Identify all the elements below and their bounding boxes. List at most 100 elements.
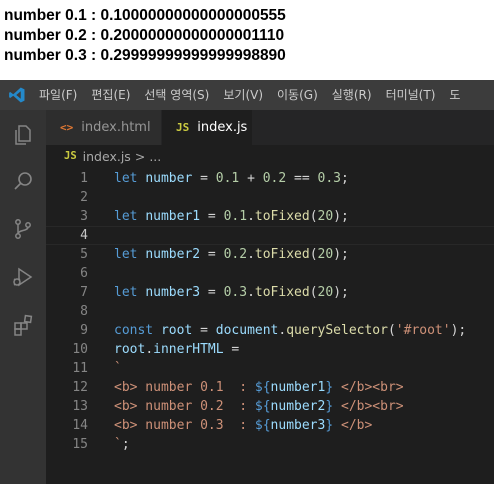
code-token: <b> number 0.2 : <box>114 399 255 414</box>
menu-bar: 파일(F) 편집(E) 선택 영역(S) 보기(V) 이동(G) 실행(R) 터… <box>0 80 494 110</box>
code-token: 20 <box>317 247 334 262</box>
code-token: document <box>215 323 279 338</box>
code-token: number3 <box>145 285 201 300</box>
breadcrumb-symbol[interactable]: ... <box>149 149 161 164</box>
code-token: ); <box>333 209 349 224</box>
code-token: = <box>200 209 224 224</box>
menu-terminal[interactable]: 터미널(T) <box>379 80 443 110</box>
code-line[interactable]: 14 <b> number 0.3 : ${number3} </b> <box>46 416 494 435</box>
code-token: 0.2 <box>262 171 287 186</box>
line-source: let number = 0.1 + 0.2 == 0.3; <box>114 171 349 186</box>
extensions-icon[interactable] <box>8 310 38 340</box>
menu-edit[interactable]: 편집(E) <box>84 80 137 110</box>
code-line[interactable]: 12 <b> number 0.1 : ${number1} </b><br> <box>46 378 494 397</box>
vscode-logo-icon <box>2 80 32 110</box>
code-line[interactable]: 3 let number1 = 0.1.toFixed(20); <box>46 207 494 226</box>
code-token: let <box>114 285 138 300</box>
code-token: . <box>145 342 154 357</box>
code-line[interactable]: 2 <box>46 188 494 207</box>
code-token: + <box>239 171 263 186</box>
line-number: 15 <box>72 437 88 452</box>
code-token: number1 <box>270 380 326 395</box>
code-token: } <box>325 380 334 395</box>
code-token: 0.1 <box>215 171 240 186</box>
line-number: 1 <box>80 171 88 186</box>
tab-label: index.js <box>197 120 248 135</box>
code-token: ` <box>114 437 122 452</box>
html-file-icon: <> <box>60 121 74 134</box>
line-number: 12 <box>72 380 88 395</box>
line-number: 10 <box>72 342 88 357</box>
code-line[interactable]: 7 let number3 = 0.3.toFixed(20); <box>46 283 494 302</box>
rendered-output: number 0.1 : 0.10000000000000000555 numb… <box>0 0 494 80</box>
js-file-icon: JS <box>176 121 190 134</box>
code-token: = <box>192 323 216 338</box>
breadcrumb: JS index.js > ... <box>46 145 494 167</box>
code-token: number1 <box>145 209 201 224</box>
code-token: 20 <box>317 209 334 224</box>
code-token: } <box>325 399 334 414</box>
code-token: ( <box>387 323 396 338</box>
code-token: toFixed <box>254 247 310 262</box>
code-token: ( <box>309 247 318 262</box>
code-token: ; <box>341 171 349 186</box>
code-token: = <box>192 171 216 186</box>
menu-view[interactable]: 보기(V) <box>216 80 270 110</box>
source-control-icon[interactable] <box>8 214 38 244</box>
line-number: 3 <box>80 209 88 224</box>
code-line[interactable]: 1 let number = 0.1 + 0.2 == 0.3; <box>46 169 494 188</box>
line-source: let number1 = 0.1.toFixed(20); <box>114 209 349 224</box>
code-token: <b> number 0.1 : <box>114 380 255 395</box>
menu-go[interactable]: 이동(G) <box>270 80 325 110</box>
menu-file[interactable]: 파일(F) <box>32 80 84 110</box>
code-line[interactable]: 10 root.innerHTML = <box>46 340 494 359</box>
tab-label: index.html <box>81 120 151 135</box>
line-source: let number3 = 0.3.toFixed(20); <box>114 285 349 300</box>
code-token: ` <box>114 361 122 376</box>
search-icon[interactable] <box>8 166 38 196</box>
line-source: <b> number 0.2 : ${number2} </b><br> <box>114 399 404 414</box>
output-line-1: number 0.1 : 0.10000000000000000555 <box>4 7 286 24</box>
code-token: toFixed <box>254 209 310 224</box>
code-token: 0.2 <box>223 247 248 262</box>
code-editor[interactable]: 1 let number = 0.1 + 0.2 == 0.3; 2 3 let num… <box>46 167 494 484</box>
line-source: <b> number 0.3 : ${number3} </b> <box>114 418 372 433</box>
menu-selection[interactable]: 선택 영역(S) <box>137 80 216 110</box>
code-token: ); <box>333 247 349 262</box>
code-token: let <box>114 209 138 224</box>
code-token: </b><br> <box>333 380 404 395</box>
vscode-window: 파일(F) 편집(E) 선택 영역(S) 보기(V) 이동(G) 실행(R) 터… <box>0 80 494 484</box>
code-token: ; <box>121 437 130 452</box>
code-token: 20 <box>317 285 334 300</box>
code-token: ${ <box>254 380 271 395</box>
line-number: 8 <box>80 304 88 319</box>
code-token: number <box>145 171 193 186</box>
code-token: querySelector <box>286 323 388 338</box>
line-source: const root = document.querySelector('#ro… <box>114 323 466 338</box>
code-line[interactable]: 13 <b> number 0.2 : ${number2} </b><br> <box>46 397 494 416</box>
line-source: `; <box>114 437 130 452</box>
editor-tabs: <> index.html JS index.js <box>46 110 494 145</box>
code-line[interactable]: 8 <box>46 302 494 321</box>
code-token: = <box>200 285 224 300</box>
code-line[interactable]: 6 <box>46 264 494 283</box>
run-debug-icon[interactable] <box>8 262 38 292</box>
code-line[interactable]: 9 const root = document.querySelector('#r… <box>46 321 494 340</box>
code-token: let <box>114 247 138 262</box>
breadcrumb-separator-icon: > <box>134 148 146 164</box>
breadcrumb-file[interactable]: index.js <box>83 149 131 164</box>
menu-run[interactable]: 실행(R) <box>325 80 379 110</box>
code-line[interactable]: 11 ` <box>46 359 494 378</box>
code-line[interactable]: 15 `; <box>46 435 494 454</box>
menu-help-truncated[interactable]: 도 <box>442 80 467 110</box>
code-line[interactable]: 4 <box>46 226 494 245</box>
code-token: ); <box>333 285 349 300</box>
line-source: <b> number 0.1 : ${number1} </b><br> <box>114 380 404 395</box>
tab-index-html[interactable]: <> index.html <box>46 110 162 145</box>
code-token: . <box>247 285 255 300</box>
code-token: innerHTML <box>153 342 224 357</box>
code-line[interactable]: 5 let number2 = 0.2.toFixed(20); <box>46 245 494 264</box>
line-number: 13 <box>72 399 88 414</box>
explorer-icon[interactable] <box>8 120 38 150</box>
tab-index-js[interactable]: JS index.js <box>162 110 252 145</box>
